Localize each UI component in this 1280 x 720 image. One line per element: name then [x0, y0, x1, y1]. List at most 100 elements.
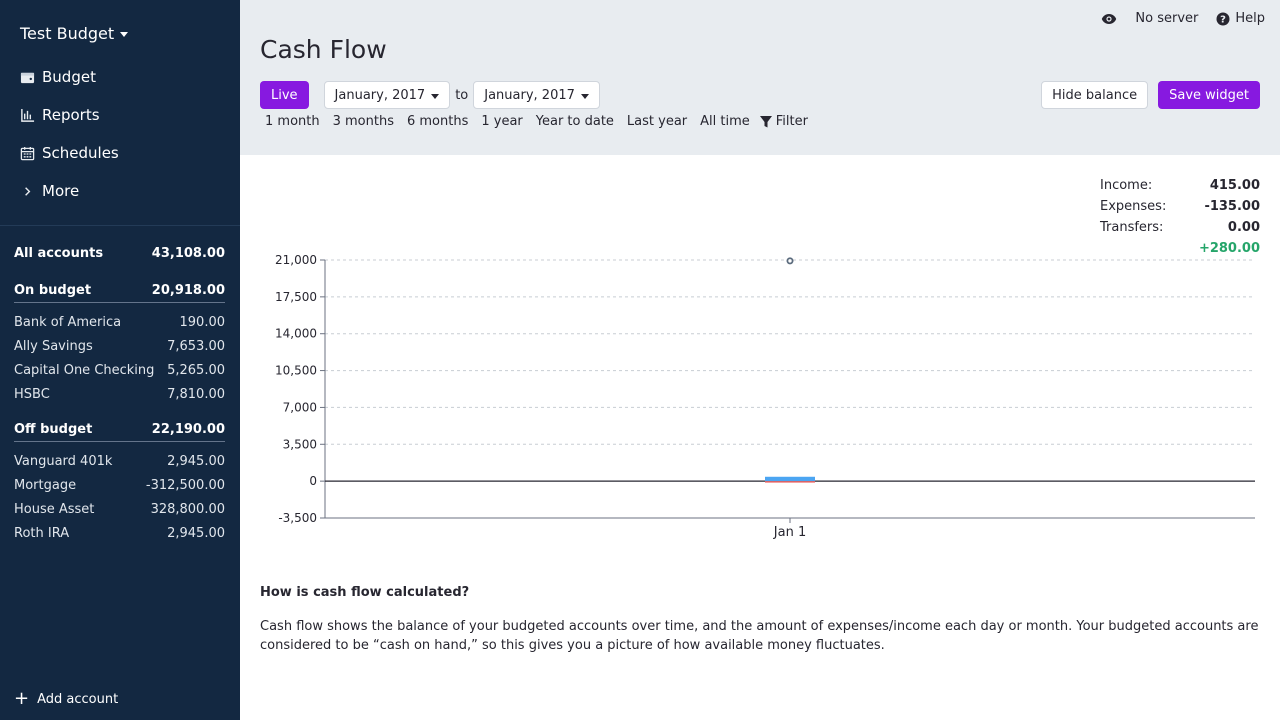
- account-row[interactable]: Capital One Checking 5,265.00: [14, 358, 225, 382]
- save-widget-button[interactable]: Save widget: [1158, 81, 1260, 109]
- nav-label-schedules: Schedules: [42, 144, 119, 162]
- account-balance: -312,500.00: [145, 477, 225, 493]
- account-row[interactable]: HSBC 7,810.00: [14, 382, 225, 406]
- account-list: All accounts 43,108.00 On budget 20,918.…: [14, 240, 225, 545]
- account-row[interactable]: Roth IRA 2,945.00: [14, 521, 225, 545]
- page-title: Cash Flow: [260, 35, 387, 64]
- account-name: Vanguard 401k: [14, 453, 113, 469]
- plus-icon: +: [14, 688, 30, 709]
- filter-icon: [759, 115, 772, 127]
- nav-item-more[interactable]: More: [0, 172, 240, 210]
- range-all-time[interactable]: All time: [695, 114, 755, 129]
- account-name: Roth IRA: [14, 525, 70, 541]
- all-accounts-label: All accounts: [14, 246, 104, 261]
- income-row: Income: 415.00: [1100, 175, 1260, 196]
- chevron-right-icon: [19, 183, 35, 199]
- sidebar-divider: [0, 225, 240, 226]
- on-budget-row[interactable]: On budget 20,918.00: [14, 279, 225, 303]
- start-date-select[interactable]: January, 2017: [323, 81, 451, 109]
- caret-down-icon: [120, 32, 129, 37]
- account-row[interactable]: Mortgage -312,500.00: [14, 473, 225, 497]
- range-year-to-date[interactable]: Year to date: [531, 114, 619, 129]
- off-budget-row[interactable]: Off budget 22,190.00: [14, 418, 225, 442]
- range-last-year[interactable]: Last year: [622, 114, 692, 129]
- range-6-months[interactable]: 6 months: [402, 114, 473, 129]
- nav-item-budget[interactable]: Budget: [0, 58, 240, 96]
- add-account-label: Add account: [37, 691, 119, 707]
- y-tick-label: 21,000: [275, 253, 317, 267]
- account-balance: 328,800.00: [150, 501, 225, 517]
- account-balance: 5,265.00: [167, 362, 225, 378]
- date-controls: Live January, 2017 to January, 2017: [260, 81, 600, 109]
- account-name: Mortgage: [14, 477, 77, 493]
- off-budget-balance: 22,190.00: [151, 422, 225, 437]
- account-balance: 7,653.00: [167, 338, 225, 354]
- widget-controls: Hide balance Save widget: [1041, 81, 1260, 109]
- transfers-value: 0.00: [1227, 220, 1260, 235]
- income-bar: [765, 476, 815, 482]
- explanation: How is cash flow calculated? Cash flow s…: [260, 585, 1260, 655]
- caret-down-icon: [580, 93, 589, 99]
- add-account-button[interactable]: + Add account: [14, 690, 118, 708]
- nav-item-schedules[interactable]: Schedules: [0, 134, 240, 172]
- income-value: 415.00: [1209, 178, 1260, 193]
- bar-chart-icon: [19, 107, 35, 123]
- expenses-value: -135.00: [1204, 199, 1260, 214]
- help-label: Help: [1235, 11, 1265, 26]
- account-name: Capital One Checking: [14, 362, 155, 378]
- budget-name-menu[interactable]: Test Budget: [20, 24, 129, 43]
- y-tick-label: 14,000: [275, 327, 317, 341]
- server-status-button[interactable]: No server: [1135, 11, 1198, 26]
- account-balance: 190.00: [179, 314, 226, 330]
- account-row[interactable]: Ally Savings 7,653.00: [14, 334, 225, 358]
- caret-down-icon: [431, 93, 440, 99]
- nav-item-reports[interactable]: Reports: [0, 96, 240, 134]
- live-button[interactable]: Live: [260, 81, 309, 109]
- balance-point: [786, 257, 794, 265]
- transfers-row: Transfers: 0.00: [1100, 217, 1260, 238]
- topbar: No server ? Help: [1101, 11, 1265, 26]
- account-row[interactable]: Bank of America 190.00: [14, 310, 225, 334]
- cash-flow-summary: Income: 415.00 Expenses: -135.00 Transfe…: [1100, 175, 1260, 259]
- on-budget-balance: 20,918.00: [151, 283, 225, 298]
- calendar-icon: [19, 145, 35, 161]
- explanation-body: Cash flow shows the balance of your budg…: [260, 619, 1259, 653]
- expense-bar: [765, 481, 815, 483]
- range-1-month[interactable]: 1 month: [260, 114, 325, 129]
- filter-button[interactable]: Filter: [758, 114, 808, 129]
- all-accounts-balance: 43,108.00: [151, 246, 225, 261]
- nav-label-budget: Budget: [42, 68, 96, 86]
- cash-flow-chart: 21,000 17,500 14,000 10,500 7,000 3,500 0 -3,50…: [275, 253, 1255, 540]
- y-tick-label: 10,500: [275, 364, 317, 378]
- y-tick-label: 17,500: [275, 290, 317, 304]
- wallet-icon: [19, 69, 35, 85]
- account-name: House Asset: [14, 501, 95, 517]
- end-date-value: January, 2017: [484, 87, 575, 103]
- nav-label-more: More: [42, 182, 80, 200]
- all-accounts-row[interactable]: All accounts 43,108.00: [14, 240, 225, 267]
- nav-label-reports: Reports: [42, 106, 100, 124]
- account-row[interactable]: Vanguard 401k 2,945.00: [14, 449, 225, 473]
- svg-text:?: ?: [1220, 14, 1226, 25]
- y-tick-label: 3,500: [283, 437, 317, 451]
- help-icon: ?: [1216, 12, 1230, 25]
- hide-balance-button[interactable]: Hide balance: [1041, 81, 1149, 109]
- sidebar: Test Budget Budget Reports Schedules Mor…: [0, 0, 240, 720]
- on-budget-label: On budget: [14, 283, 92, 298]
- help-button[interactable]: ? Help: [1216, 11, 1265, 26]
- eye-icon: [1102, 13, 1117, 24]
- expenses-row: Expenses: -135.00: [1100, 196, 1260, 217]
- account-row[interactable]: House Asset 328,800.00: [14, 497, 225, 521]
- y-tick-label: 7,000: [283, 400, 317, 414]
- x-tick-label: Jan 1: [773, 525, 806, 540]
- income-label: Income:: [1100, 178, 1153, 193]
- sidebar-nav: Budget Reports Schedules More: [0, 58, 240, 210]
- range-3-months[interactable]: 3 months: [328, 114, 399, 129]
- server-status-label: No server: [1135, 11, 1199, 26]
- range-shortcuts: 1 month 3 months 6 months 1 year Year to…: [260, 114, 808, 129]
- end-date-select[interactable]: January, 2017: [473, 81, 600, 109]
- range-1-year[interactable]: 1 year: [476, 114, 527, 129]
- transfers-label: Transfers:: [1100, 220, 1164, 235]
- privacy-toggle-button[interactable]: [1101, 13, 1117, 25]
- account-name: Ally Savings: [14, 338, 93, 354]
